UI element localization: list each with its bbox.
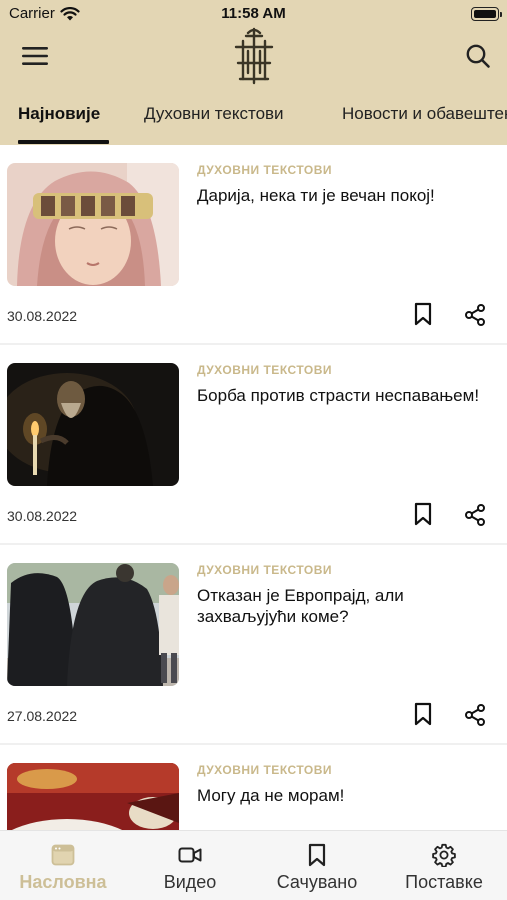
hamburger-menu-icon: [22, 47, 48, 65]
article-category: ДУХОВНИ ТЕКСТОВИ: [197, 363, 333, 377]
tabbar-label: Видео: [163, 872, 217, 892]
search-icon: [466, 44, 490, 68]
tabbar-saved[interactable]: Сачувано: [254, 831, 380, 900]
article-thumbnail[interactable]: [7, 563, 179, 686]
bookmark-button[interactable]: [413, 702, 433, 726]
tabbar-label: Насловна: [19, 872, 107, 892]
share-icon: [465, 704, 485, 726]
share-button[interactable]: [463, 703, 487, 727]
bookmark-icon: [414, 302, 432, 326]
article-card[interactable]: ДУХОВНИ ТЕКСТОВИ Борба против страсти не…: [0, 345, 507, 545]
bottom-tab-bar: Насловна Видео Сачувано Поставке: [0, 830, 507, 900]
share-icon: [465, 504, 485, 526]
category-tabs: Најновије Духовни текстови Новости и оба…: [0, 98, 507, 145]
article-category: ДУХОВНИ ТЕКСТОВИ: [197, 763, 333, 777]
share-button[interactable]: [463, 503, 487, 527]
article-thumbnail[interactable]: [7, 163, 179, 286]
article-card[interactable]: ДУХОВНИ ТЕКСТОВИ Дарија, нека ти је веча…: [0, 145, 507, 345]
article-title[interactable]: Могу да не морам!: [197, 785, 487, 806]
status-bar: Carrier 11:58 AM: [0, 0, 507, 30]
bookmark-button[interactable]: [413, 302, 433, 326]
article-date: 30.08.2022: [7, 308, 78, 324]
article-date: 30.08.2022: [7, 508, 78, 524]
article-feed: ДУХОВНИ ТЕКСТОВИ Дарија, нека ти је веча…: [0, 145, 507, 830]
church-cross-logo: [232, 27, 276, 85]
app-header: Carrier 11:58 AM Најновије Духовни текст…: [0, 0, 507, 145]
bookmark-icon: [414, 702, 432, 726]
tab-news-announcements[interactable]: Новости и обавештења: [342, 104, 507, 124]
tabbar-home[interactable]: Насловна: [0, 831, 126, 900]
tab-latest[interactable]: Најновије: [18, 104, 100, 124]
bookmark-button[interactable]: [413, 502, 433, 526]
menu-button[interactable]: [22, 45, 48, 67]
article-category: ДУХОВНИ ТЕКСТОВИ: [197, 563, 333, 577]
article-title[interactable]: Отказан је Европрајд, али захваљујући ко…: [197, 585, 487, 627]
tabbar-settings[interactable]: Поставке: [381, 831, 507, 900]
bookmark-icon: [414, 502, 432, 526]
active-tab-indicator: [18, 140, 109, 144]
video-camera-icon: [178, 847, 202, 863]
article-title[interactable]: Борба против страсти неспавањем!: [197, 385, 487, 406]
article-thumbnail[interactable]: [7, 363, 179, 486]
article-card[interactable]: ДУХОВНИ ТЕКСТОВИ Могу да не морам!: [0, 745, 507, 830]
article-card[interactable]: ДУХОВНИ ТЕКСТОВИ Отказан је Европрајд, а…: [0, 545, 507, 745]
article-date: 27.08.2022: [7, 708, 78, 724]
tabbar-video[interactable]: Видео: [127, 831, 253, 900]
tabbar-label: Сачувано: [276, 872, 358, 892]
article-title[interactable]: Дарија, нека ти је вечан покој!: [197, 185, 487, 206]
article-category: ДУХОВНИ ТЕКСТОВИ: [197, 163, 333, 177]
search-button[interactable]: [465, 43, 491, 69]
tab-spiritual-texts[interactable]: Духовни текстови: [144, 104, 284, 124]
gear-icon: [432, 843, 456, 867]
battery-icon: [471, 7, 502, 21]
share-button[interactable]: [463, 303, 487, 327]
home-icon: [51, 844, 75, 866]
status-time: 11:58 AM: [221, 5, 286, 22]
bookmark-icon: [308, 843, 326, 867]
article-thumbnail[interactable]: [7, 763, 179, 830]
share-icon: [465, 304, 485, 326]
tabbar-label: Поставке: [405, 872, 483, 892]
